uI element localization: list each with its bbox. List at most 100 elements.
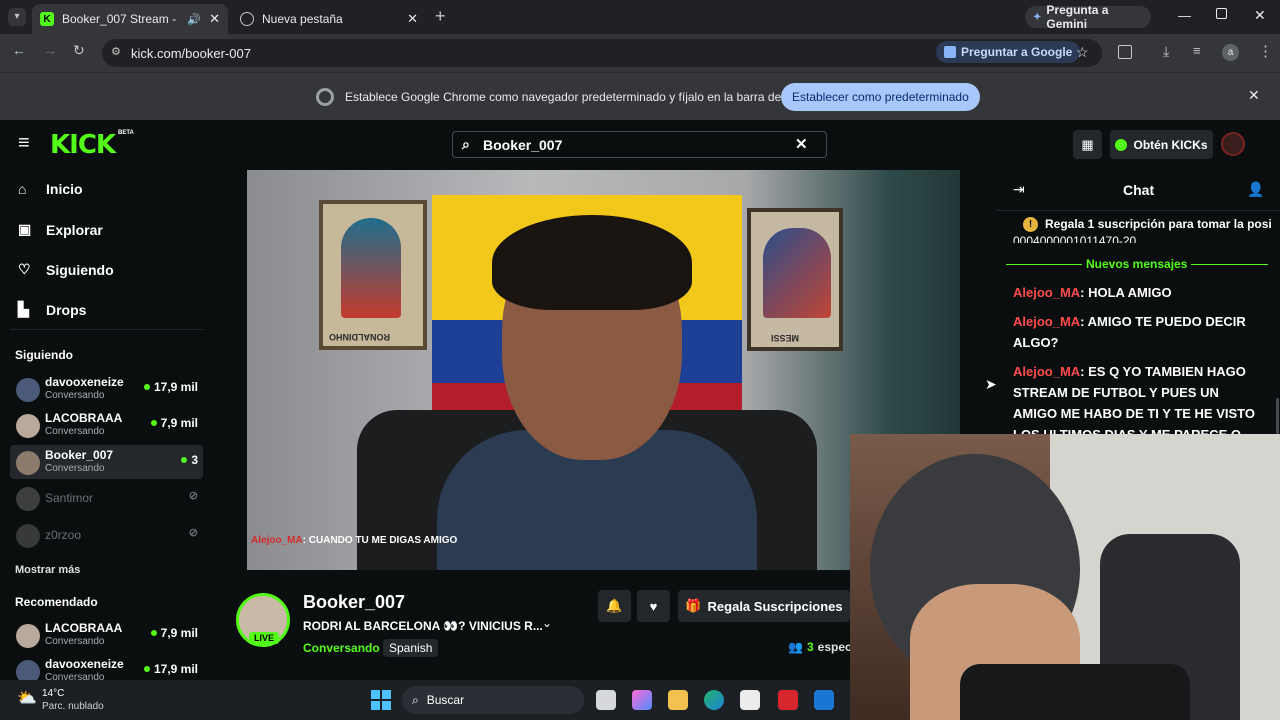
lens-icon: [944, 46, 956, 58]
file-explorer-icon[interactable]: [668, 690, 688, 710]
get-kicks-button[interactable]: Obtén KICKs: [1110, 130, 1213, 159]
store-app-icon[interactable]: [740, 690, 760, 710]
media-control-icon[interactable]: ≡: [1193, 43, 1201, 58]
divider: [10, 329, 203, 330]
clear-search-icon[interactable]: ✕: [795, 135, 808, 153]
default-browser-infobar: Establece Google Chrome como navegador p…: [0, 72, 1280, 120]
video-chat-overlay: Alejoo_MA: CUANDO TU ME DIGAS AMIGO: [251, 535, 457, 546]
new-messages-label: Nuevos mensajes: [1082, 257, 1192, 271]
extensions-icon[interactable]: [1118, 45, 1132, 59]
notification-button[interactable]: 🔔: [598, 590, 631, 622]
recommended-davooxeneize[interactable]: davooxeneize Conversando 17,9 mil: [10, 654, 203, 680]
tab-search-icon[interactable]: ▾: [8, 8, 26, 26]
category-link[interactable]: Conversando: [303, 641, 380, 655]
site-settings-icon[interactable]: ⚙: [111, 45, 121, 58]
download-icon[interactable]: ⤓: [1163, 43, 1169, 60]
tab-booker-stream[interactable]: K Booker_007 Stream - Watch 🔊 ✕: [32, 4, 228, 34]
search-input[interactable]: ⌕ Booker_007 ✕: [452, 131, 827, 158]
set-default-button[interactable]: Establecer como predeterminado: [781, 83, 980, 111]
channel-booker-007[interactable]: Booker_007 Conversando 3: [10, 445, 203, 479]
back-arrow-icon[interactable]: ←: [12, 42, 26, 58]
channel-name: Santimor: [45, 491, 94, 505]
channel-category: Conversando: [45, 463, 105, 474]
tab-close-icon[interactable]: ✕: [407, 11, 418, 27]
show-more-link[interactable]: Mostrar más: [15, 564, 80, 576]
viewer-counter: 👥 3 espec: [788, 640, 852, 654]
channel-category: Conversando: [45, 636, 105, 647]
url-text: kick.com/booker-007: [131, 45, 251, 61]
channel-category: Conversando: [45, 672, 105, 680]
maximize-icon[interactable]: [1216, 8, 1227, 19]
channel-santimor[interactable]: Santimor ⊘: [10, 481, 203, 515]
weather-temp[interactable]: 14°C: [42, 688, 64, 699]
user-avatar[interactable]: [1221, 132, 1245, 156]
viewer-count: 7,9 mil: [150, 416, 198, 430]
taskbar-search[interactable]: ⌕ Buscar: [402, 686, 584, 714]
task-view-icon[interactable]: [596, 690, 616, 710]
hamburger-menu-icon[interactable]: ≡: [18, 133, 30, 153]
viewer-count: 7,9 mil: [150, 626, 198, 640]
channel-z0rzoo[interactable]: z0rzoo ⊘: [10, 518, 203, 552]
live-badge: LIVE: [249, 632, 280, 644]
nav-label: Drops: [46, 301, 87, 318]
forward-arrow-icon[interactable]: →: [43, 42, 57, 58]
collapse-chat-icon[interactable]: ⇥: [1013, 181, 1025, 198]
new-tab-plus-icon[interactable]: +: [435, 6, 446, 27]
truncated-message: 0004000001011470-20: [1013, 234, 1137, 243]
weather-desc: Parc. nublado: [42, 701, 104, 712]
mcafee-icon[interactable]: [778, 690, 798, 710]
bell-icon: 🔔: [606, 598, 623, 613]
minimize-icon[interactable]: —: [1178, 8, 1191, 23]
browser-menu-icon[interactable]: ⋮: [1258, 42, 1273, 60]
chat-username[interactable]: Alejoo_MA: [1013, 364, 1080, 379]
avatar: [16, 524, 40, 548]
nav-explorar[interactable]: ▣ Explorar: [18, 221, 103, 238]
recommended-lacobraaa[interactable]: LACOBRAAA Conversando 7,9 mil: [10, 618, 203, 652]
ask-google-chip[interactable]: Preguntar a Google: [936, 41, 1081, 63]
weather-cloud-icon: ⛅: [17, 690, 37, 707]
sidebar: ⌂ Inicio ▣ Explorar ♡ Siguiendo ▙ Drops …: [0, 168, 213, 680]
follow-button[interactable]: ♥: [637, 590, 670, 622]
copilot-icon[interactable]: [632, 690, 652, 710]
tab-close-icon[interactable]: ✕: [209, 11, 220, 27]
address-bar[interactable]: ⚙ kick.com/booker-007 Preguntar a Google…: [102, 39, 1102, 67]
avatar: [16, 624, 40, 648]
search-icon: ⌕: [462, 136, 470, 152]
pinned-text: Regala 1 suscripción para tomar la posi: [1045, 217, 1272, 231]
taskbar-search-label: Buscar: [426, 693, 465, 707]
nav-siguiendo[interactable]: ♡ Siguiendo: [18, 261, 114, 278]
bookmark-star-icon[interactable]: ☆: [1076, 44, 1089, 61]
language-tag[interactable]: Spanish: [383, 639, 439, 657]
speaker-icon[interactable]: 🔊: [187, 13, 201, 26]
chat-username[interactable]: Alejoo_MA: [1013, 314, 1080, 329]
windows-start-icon[interactable]: [371, 690, 391, 710]
chat-username[interactable]: Alejoo_MA: [1013, 285, 1080, 300]
chevron-down-icon[interactable]: ⌄: [542, 616, 552, 630]
nav-inicio[interactable]: ⌂ Inicio: [18, 181, 83, 197]
channel-name: Booker_007: [45, 448, 114, 462]
avatar: [16, 487, 40, 511]
heart-icon: ♥: [649, 598, 658, 614]
chat-scrollbar[interactable]: [1276, 398, 1279, 434]
edge-icon[interactable]: [704, 690, 724, 710]
infobar-close-icon[interactable]: ✕: [1248, 87, 1260, 104]
gift-subs-button[interactable]: 🎁 Regala Suscripciones: [678, 590, 850, 622]
window-close-icon[interactable]: ✕: [1254, 7, 1266, 24]
tab-new-tab[interactable]: Nueva pestaña ✕: [232, 4, 426, 34]
beta-badge: BETA: [118, 130, 134, 136]
live-dot-icon: [181, 457, 188, 463]
channel-davooxeneize[interactable]: davooxeneize Conversando 17,9 mil: [10, 372, 203, 406]
nav-drops[interactable]: ▙ Drops: [18, 301, 86, 318]
profile-avatar[interactable]: a: [1222, 44, 1239, 61]
streamer-name[interactable]: Booker_007: [303, 592, 405, 613]
gift-icon: 🎁: [685, 598, 702, 613]
channel-name: z0rzoo: [45, 528, 82, 542]
outlook-icon[interactable]: [814, 690, 834, 710]
kick-logo[interactable]: KICK: [50, 130, 116, 160]
infobar-message: Establece Google Chrome como navegador p…: [345, 90, 818, 104]
reload-icon[interactable]: ↻: [73, 42, 85, 59]
gemini-button[interactable]: ✦ Pregunta a Gemini: [1025, 3, 1151, 31]
channel-lacobraaa[interactable]: LACOBRAAA Conversando 7,9 mil: [10, 408, 203, 442]
store-icon[interactable]: ▦: [1073, 130, 1102, 159]
user-list-icon[interactable]: 👤: [1247, 181, 1264, 198]
